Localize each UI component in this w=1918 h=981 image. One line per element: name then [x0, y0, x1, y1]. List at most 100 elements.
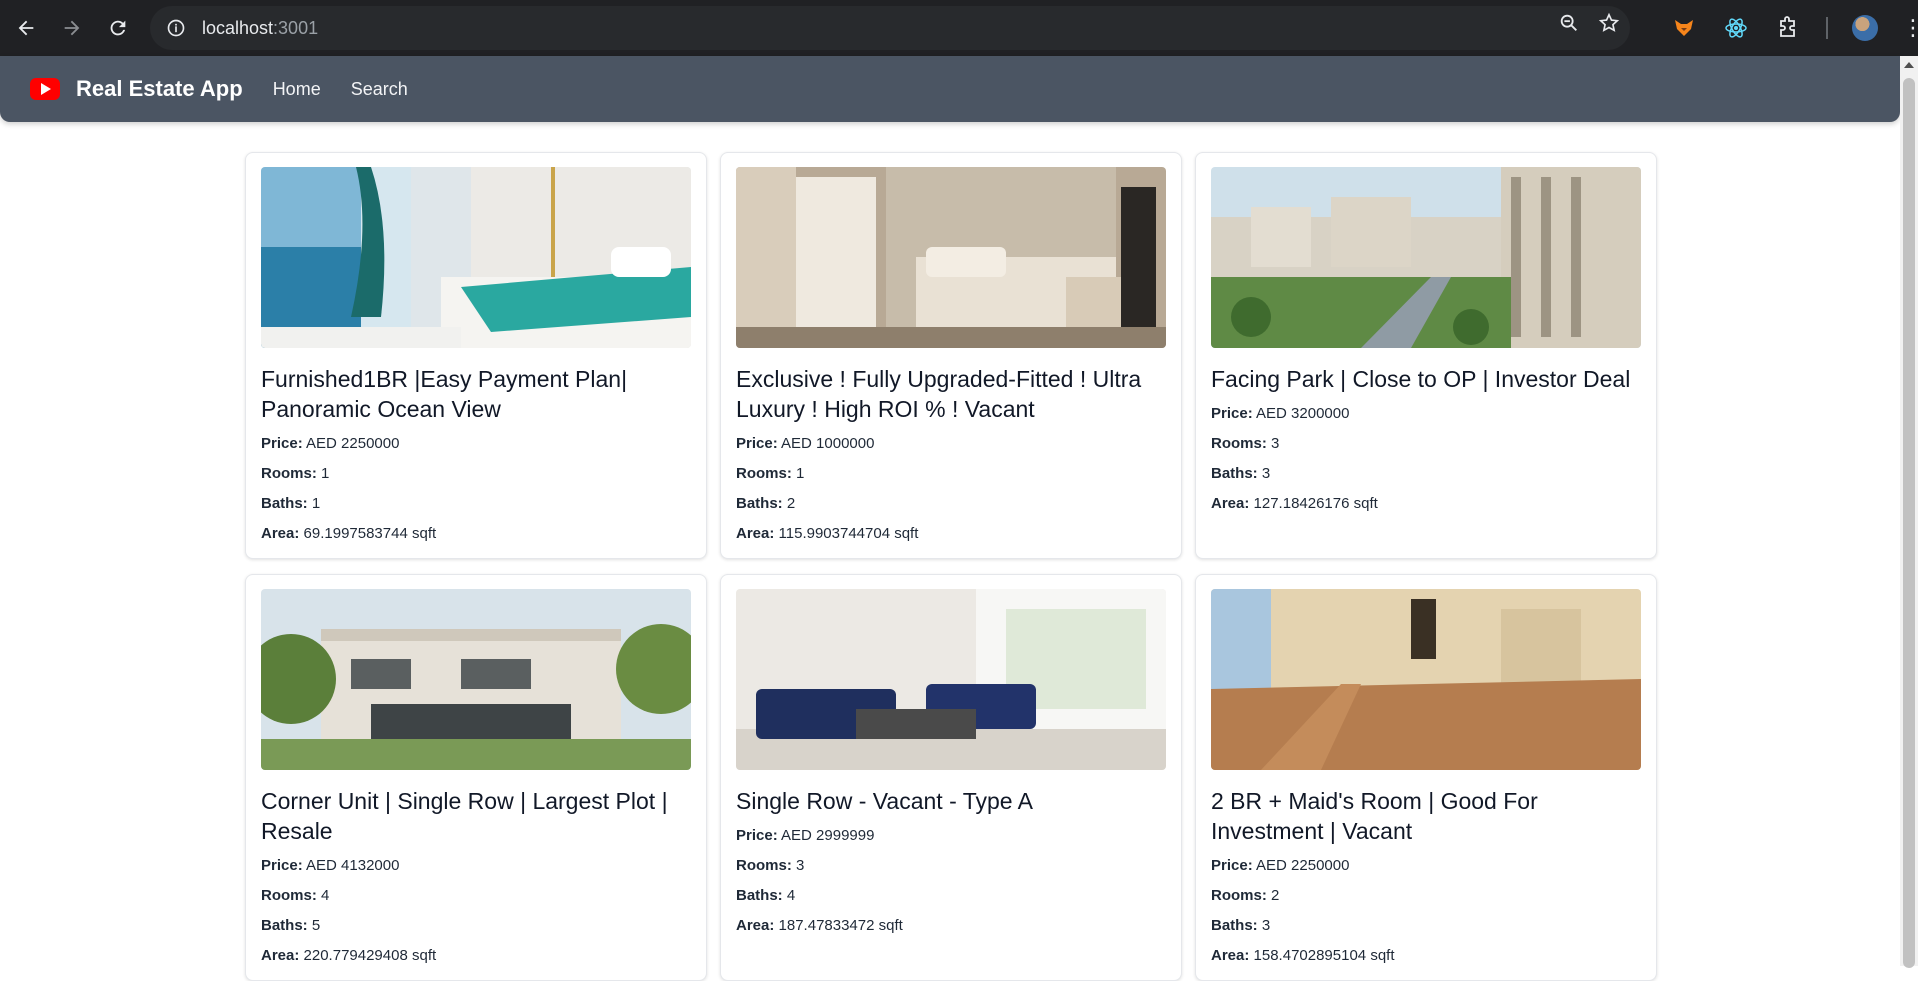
listing-area: Area: 220.779429408 sqft	[261, 946, 692, 966]
listing-title[interactable]: Single Row - Vacant - Type A	[736, 786, 1167, 816]
area-value: 187.47833472 sqft	[778, 917, 903, 934]
listing-card[interactable]: Facing Park | Close to OP | Investor Dea…	[1195, 152, 1657, 559]
fox-extension-icon[interactable]	[1670, 14, 1698, 42]
listing-card[interactable]: Exclusive ! Fully Upgraded-Fitted ! Ultr…	[720, 152, 1182, 559]
listing-area: Area: 69.1997583744 sqft	[261, 524, 692, 544]
listing-area: Area: 115.9903744704 sqft	[736, 524, 1167, 544]
baths-value: 3	[1261, 465, 1271, 482]
price-label: Price:	[261, 435, 303, 452]
listing-card[interactable]: Corner Unit | Single Row | Largest Plot …	[245, 574, 707, 981]
baths-value: 2	[786, 495, 796, 512]
listing-area: Area: 187.47833472 sqft	[736, 916, 1167, 936]
listing-title[interactable]: 2 BR + Maid's Room | Good For Investment…	[1211, 786, 1642, 846]
reload-icon	[110, 20, 126, 36]
nav-home[interactable]: Home	[273, 79, 321, 100]
rooms-value: 1	[796, 465, 805, 482]
react-devtools-icon[interactable]	[1722, 14, 1750, 42]
price-label: Price:	[736, 827, 778, 844]
listing-price: Price: AED 2250000	[261, 434, 692, 454]
rooms-value: 3	[1271, 435, 1280, 452]
bookmark-star-icon[interactable]	[1598, 12, 1620, 39]
listing-baths: Baths: 3	[1211, 916, 1642, 936]
profile-avatar[interactable]	[1852, 15, 1878, 41]
back-button[interactable]	[6, 8, 46, 48]
area-value: 115.9903744704 sqft	[778, 525, 919, 542]
listing-rooms: Rooms: 3	[736, 856, 1167, 876]
rooms-value: 2	[1271, 887, 1280, 904]
toolbar-separator	[1826, 17, 1828, 39]
listing-rooms: Rooms: 3	[1211, 434, 1642, 454]
listing-rooms: Rooms: 1	[736, 464, 1167, 484]
listing-baths: Baths: 2	[736, 494, 1167, 514]
rooms-label: Rooms:	[261, 465, 317, 482]
scroll-thumb[interactable]	[1903, 78, 1915, 968]
baths-label: Baths:	[261, 917, 308, 934]
baths-label: Baths:	[261, 495, 308, 512]
url-host: localhost	[202, 17, 274, 38]
browser-toolbar: localhost:3001 ⋮	[0, 0, 1918, 56]
listing-area: Area: 158.4702895104 sqft	[1211, 946, 1642, 966]
area-label: Area:	[1211, 495, 1250, 512]
listing-photo-bedroom	[736, 167, 1166, 348]
price-label: Price:	[261, 857, 303, 874]
rooms-label: Rooms:	[1211, 435, 1267, 452]
baths-label: Baths:	[1211, 465, 1258, 482]
price-value: AED 2250000	[306, 435, 400, 452]
listing-price: Price: AED 2999999	[736, 826, 1167, 846]
menu-kebab-icon[interactable]: ⋮	[1902, 17, 1918, 39]
area-label: Area:	[1211, 947, 1250, 964]
listing-title[interactable]: Furnished1BR |Easy Payment Plan| Panoram…	[261, 364, 692, 424]
scroll-up-arrow-icon[interactable]	[1904, 62, 1914, 68]
area-value: 158.4702895104 sqft	[1253, 947, 1395, 964]
baths-value: 3	[1261, 917, 1271, 934]
listing-baths: Baths: 5	[261, 916, 692, 936]
rooms-value: 1	[321, 465, 330, 482]
rooms-value: 3	[796, 857, 805, 874]
reload-button[interactable]	[98, 8, 138, 48]
forward-button[interactable]	[52, 8, 92, 48]
area-label: Area:	[736, 525, 775, 542]
page-scrollbar[interactable]	[1900, 56, 1918, 968]
listing-title[interactable]: Corner Unit | Single Row | Largest Plot …	[261, 786, 692, 846]
listing-photo-living-room	[736, 589, 1166, 770]
rooms-label: Rooms:	[736, 857, 792, 874]
price-value: AED 2250000	[1256, 857, 1350, 874]
listing-baths: Baths: 3	[1211, 464, 1642, 484]
baths-value: 5	[311, 917, 321, 934]
site-info-icon[interactable]	[162, 14, 190, 42]
listing-rooms: Rooms: 2	[1211, 886, 1642, 906]
rooms-label: Rooms:	[736, 465, 792, 482]
listing-photo-empty-room	[1211, 589, 1641, 770]
listing-baths: Baths: 4	[736, 886, 1167, 906]
listing-title[interactable]: Facing Park | Close to OP | Investor Dea…	[1211, 364, 1642, 394]
app-navbar: Real Estate App Home Search	[0, 56, 1900, 122]
baths-label: Baths:	[1211, 917, 1258, 934]
brand-title[interactable]: Real Estate App	[76, 76, 243, 102]
area-value: 127.18426176 sqft	[1253, 495, 1378, 512]
listings-grid: Furnished1BR |Easy Payment Plan| Panoram…	[245, 152, 1657, 981]
price-value: AED 1000000	[781, 435, 875, 452]
price-value: AED 3200000	[1256, 405, 1350, 422]
area-value: 220.779429408 sqft	[303, 947, 437, 964]
extensions-puzzle-icon[interactable]	[1774, 14, 1802, 42]
listing-price: Price: AED 3200000	[1211, 404, 1642, 424]
listing-title[interactable]: Exclusive ! Fully Upgraded-Fitted ! Ultr…	[736, 364, 1167, 424]
listing-card[interactable]: 2 BR + Maid's Room | Good For Investment…	[1195, 574, 1657, 981]
area-label: Area:	[261, 947, 300, 964]
baths-value: 4	[786, 887, 796, 904]
zoom-icon[interactable]	[1558, 12, 1580, 39]
area-label: Area:	[736, 917, 775, 934]
rooms-value: 4	[321, 887, 330, 904]
youtube-logo-icon[interactable]	[30, 78, 60, 100]
nav-search[interactable]: Search	[351, 79, 408, 100]
price-label: Price:	[1211, 405, 1253, 422]
address-bar[interactable]: localhost:3001	[150, 6, 1630, 50]
price-value: AED 2999999	[781, 827, 875, 844]
listing-card[interactable]: Single Row - Vacant - Type A Price: AED …	[720, 574, 1182, 981]
listing-card[interactable]: Furnished1BR |Easy Payment Plan| Panoram…	[245, 152, 707, 559]
listing-price: Price: AED 4132000	[261, 856, 692, 876]
listing-photo-bedroom-ocean	[261, 167, 691, 348]
url-port: :3001	[273, 17, 319, 38]
price-value: AED 4132000	[306, 857, 400, 874]
rooms-label: Rooms:	[1211, 887, 1267, 904]
